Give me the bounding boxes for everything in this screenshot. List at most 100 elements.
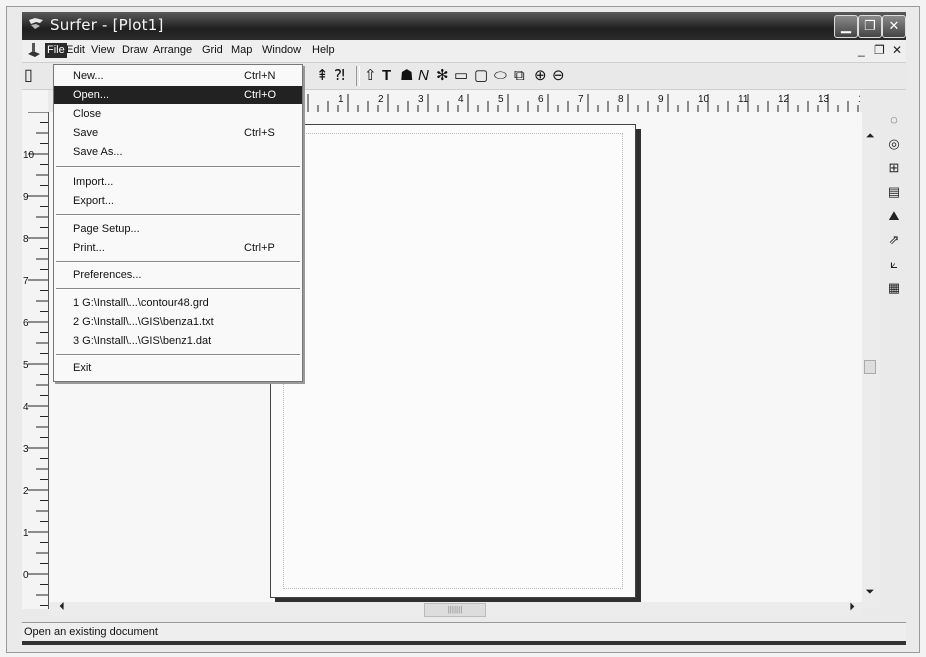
ruler-label: 10 bbox=[698, 94, 710, 105]
plot-page[interactable] bbox=[270, 124, 636, 598]
menu-item-label: Print... bbox=[73, 242, 105, 254]
arrange-front-icon[interactable]: ⇞ bbox=[316, 66, 329, 86]
horizontal-scroll-thumb[interactable]: ||||||| bbox=[424, 603, 486, 617]
ruler-label: 6 bbox=[538, 94, 544, 105]
rectangle-icon[interactable]: ▭ bbox=[454, 66, 468, 86]
ruler-label: 7 bbox=[23, 276, 29, 287]
menu-item-print[interactable]: Print... Ctrl+P bbox=[54, 239, 302, 257]
zoom-out-icon[interactable]: ⊖ bbox=[552, 66, 565, 86]
zoom-in-icon[interactable]: ⊕ bbox=[534, 66, 547, 86]
menu-item-save-as[interactable]: Save As... bbox=[54, 143, 302, 161]
menu-item-exit[interactable]: Exit bbox=[54, 359, 302, 377]
menu-arrange[interactable]: Arrange bbox=[153, 44, 192, 56]
menu-item-save[interactable]: Save Ctrl+S bbox=[54, 124, 302, 142]
ruler-label: 2 bbox=[23, 486, 29, 497]
ruler-label: 0 bbox=[23, 570, 29, 581]
menu-grid[interactable]: Grid bbox=[202, 44, 223, 56]
menu-item-label: Close bbox=[73, 108, 102, 120]
restore-icon: ❐ bbox=[864, 18, 876, 33]
menu-item-label: 3 G:\Install\...\GIS\benz1.dat bbox=[73, 335, 212, 347]
menu-map[interactable]: Map bbox=[231, 44, 252, 56]
post-map-icon[interactable]: ⊞ bbox=[886, 160, 902, 176]
surfer-app-icon bbox=[29, 18, 43, 29]
select-arrow-icon[interactable]: ⇧ bbox=[364, 66, 377, 86]
close-button[interactable]: ✕ bbox=[882, 15, 906, 38]
menu-separator bbox=[56, 288, 300, 290]
mdi-close-button[interactable]: ✕ bbox=[892, 43, 902, 57]
menu-item-label: Import... bbox=[73, 176, 114, 188]
surface-map-icon[interactable]: ⟀ bbox=[886, 256, 902, 272]
status-text: Open an existing document bbox=[24, 626, 158, 638]
base-map-icon[interactable]: ◎ bbox=[886, 136, 902, 152]
ruler-label: 9 bbox=[658, 94, 664, 105]
ruler-label: 5 bbox=[498, 94, 504, 105]
wireframe-icon[interactable]: ▦ bbox=[886, 280, 902, 296]
menu-edit[interactable]: Edit bbox=[66, 44, 85, 56]
scroll-up-icon[interactable]: ⏶ bbox=[862, 130, 878, 146]
vector-map-icon[interactable]: ⇗ bbox=[886, 232, 902, 248]
menu-item-open[interactable]: Open... Ctrl+O bbox=[54, 86, 302, 104]
symbol-icon[interactable]: ✻ bbox=[436, 66, 449, 86]
maximize-button[interactable]: ❐ bbox=[858, 15, 882, 38]
menu-item-page-setup[interactable]: Page Setup... bbox=[54, 220, 302, 238]
scroll-down-icon[interactable]: ⏷ bbox=[862, 586, 878, 602]
ruler-label: 13 bbox=[818, 94, 830, 105]
shaded-relief-icon[interactable]: ⛰ bbox=[886, 208, 902, 224]
ruler-label: 1 bbox=[338, 94, 344, 105]
status-divider bbox=[22, 641, 906, 645]
menu-separator bbox=[56, 261, 300, 263]
vertical-scroll-thumb[interactable] bbox=[864, 360, 876, 374]
ruler-label: 2 bbox=[378, 94, 384, 105]
mdi-restore-button[interactable]: ❐ bbox=[874, 43, 885, 57]
menu-window[interactable]: Window bbox=[262, 44, 301, 56]
new-doc-icon[interactable]: ▯ bbox=[24, 66, 33, 86]
ellipse-icon[interactable]: ⬭ bbox=[494, 66, 507, 86]
menu-item-label: Open... bbox=[73, 89, 110, 101]
menu-item-label: 1 G:\Install\...\contour48.grd bbox=[73, 297, 209, 309]
menu-item-label: Export... bbox=[73, 195, 114, 207]
menu-item-import[interactable]: Import... bbox=[54, 173, 302, 191]
context-help-icon[interactable]: ⁈ bbox=[334, 66, 345, 86]
menu-view[interactable]: View bbox=[91, 44, 115, 56]
scroll-left-icon[interactable]: ⏴ bbox=[54, 601, 70, 617]
menu-item-export[interactable]: Export... bbox=[54, 192, 302, 210]
ruler-label: 9 bbox=[23, 192, 29, 203]
menu-item-new[interactable]: New... Ctrl+N bbox=[54, 67, 302, 85]
close-icon: ✕ bbox=[888, 18, 900, 33]
image-map-icon[interactable]: ▤ bbox=[886, 184, 902, 200]
minimize-button[interactable]: ▁ bbox=[834, 15, 858, 38]
page-margin bbox=[283, 133, 623, 589]
rounded-rectangle-icon[interactable]: ▢ bbox=[474, 66, 488, 86]
minimize-icon: ▁ bbox=[841, 18, 851, 33]
menu-item-close[interactable]: Close bbox=[54, 105, 302, 123]
ruler-label: 4 bbox=[23, 402, 29, 413]
menu-item-recent-1[interactable]: 1 G:\Install\...\contour48.grd bbox=[54, 294, 302, 312]
menu-draw[interactable]: Draw bbox=[122, 44, 148, 56]
menu-item-recent-2[interactable]: 2 G:\Install\...\GIS\benza1.txt bbox=[54, 313, 302, 331]
mdi-minimize-button[interactable]: _ bbox=[858, 43, 865, 57]
ruler-label: 3 bbox=[23, 444, 29, 455]
polygon-icon[interactable]: ☗ bbox=[400, 66, 413, 86]
file-menu-dropdown: New... Ctrl+N Open... Ctrl+O Close Save Ctr… bbox=[53, 64, 303, 382]
menu-item-preferences[interactable]: Preferences... bbox=[54, 266, 302, 284]
ruler-corner bbox=[22, 90, 48, 112]
ruler-label: 8 bbox=[23, 234, 29, 245]
menu-help[interactable]: Help bbox=[312, 44, 335, 56]
menu-bar: File Edit View Draw Arrange Grid Map Win… bbox=[22, 40, 906, 63]
ruler-label: 11 bbox=[738, 94, 749, 105]
document-icon[interactable] bbox=[26, 42, 42, 58]
menu-file[interactable]: File bbox=[45, 43, 67, 58]
menu-item-shortcut: Ctrl+N bbox=[244, 70, 276, 82]
vertical-ruler: 109876543210 bbox=[22, 112, 49, 609]
toolbar-separator bbox=[356, 66, 360, 86]
menu-item-label: Preferences... bbox=[73, 269, 142, 281]
menu-item-shortcut: Ctrl+S bbox=[244, 127, 275, 139]
ruler-label: 8 bbox=[618, 94, 624, 105]
scroll-right-icon[interactable]: ⏵ bbox=[844, 601, 860, 617]
ruler-label: 4 bbox=[458, 94, 464, 105]
text-icon[interactable]: T bbox=[382, 66, 391, 86]
menu-item-recent-3[interactable]: 3 G:\Install\...\GIS\benz1.dat bbox=[54, 332, 302, 350]
polyline-icon[interactable]: N bbox=[418, 66, 429, 86]
contour-map-icon[interactable]: ◌ bbox=[886, 112, 902, 128]
reshape-icon[interactable]: ⧉ bbox=[514, 66, 525, 86]
